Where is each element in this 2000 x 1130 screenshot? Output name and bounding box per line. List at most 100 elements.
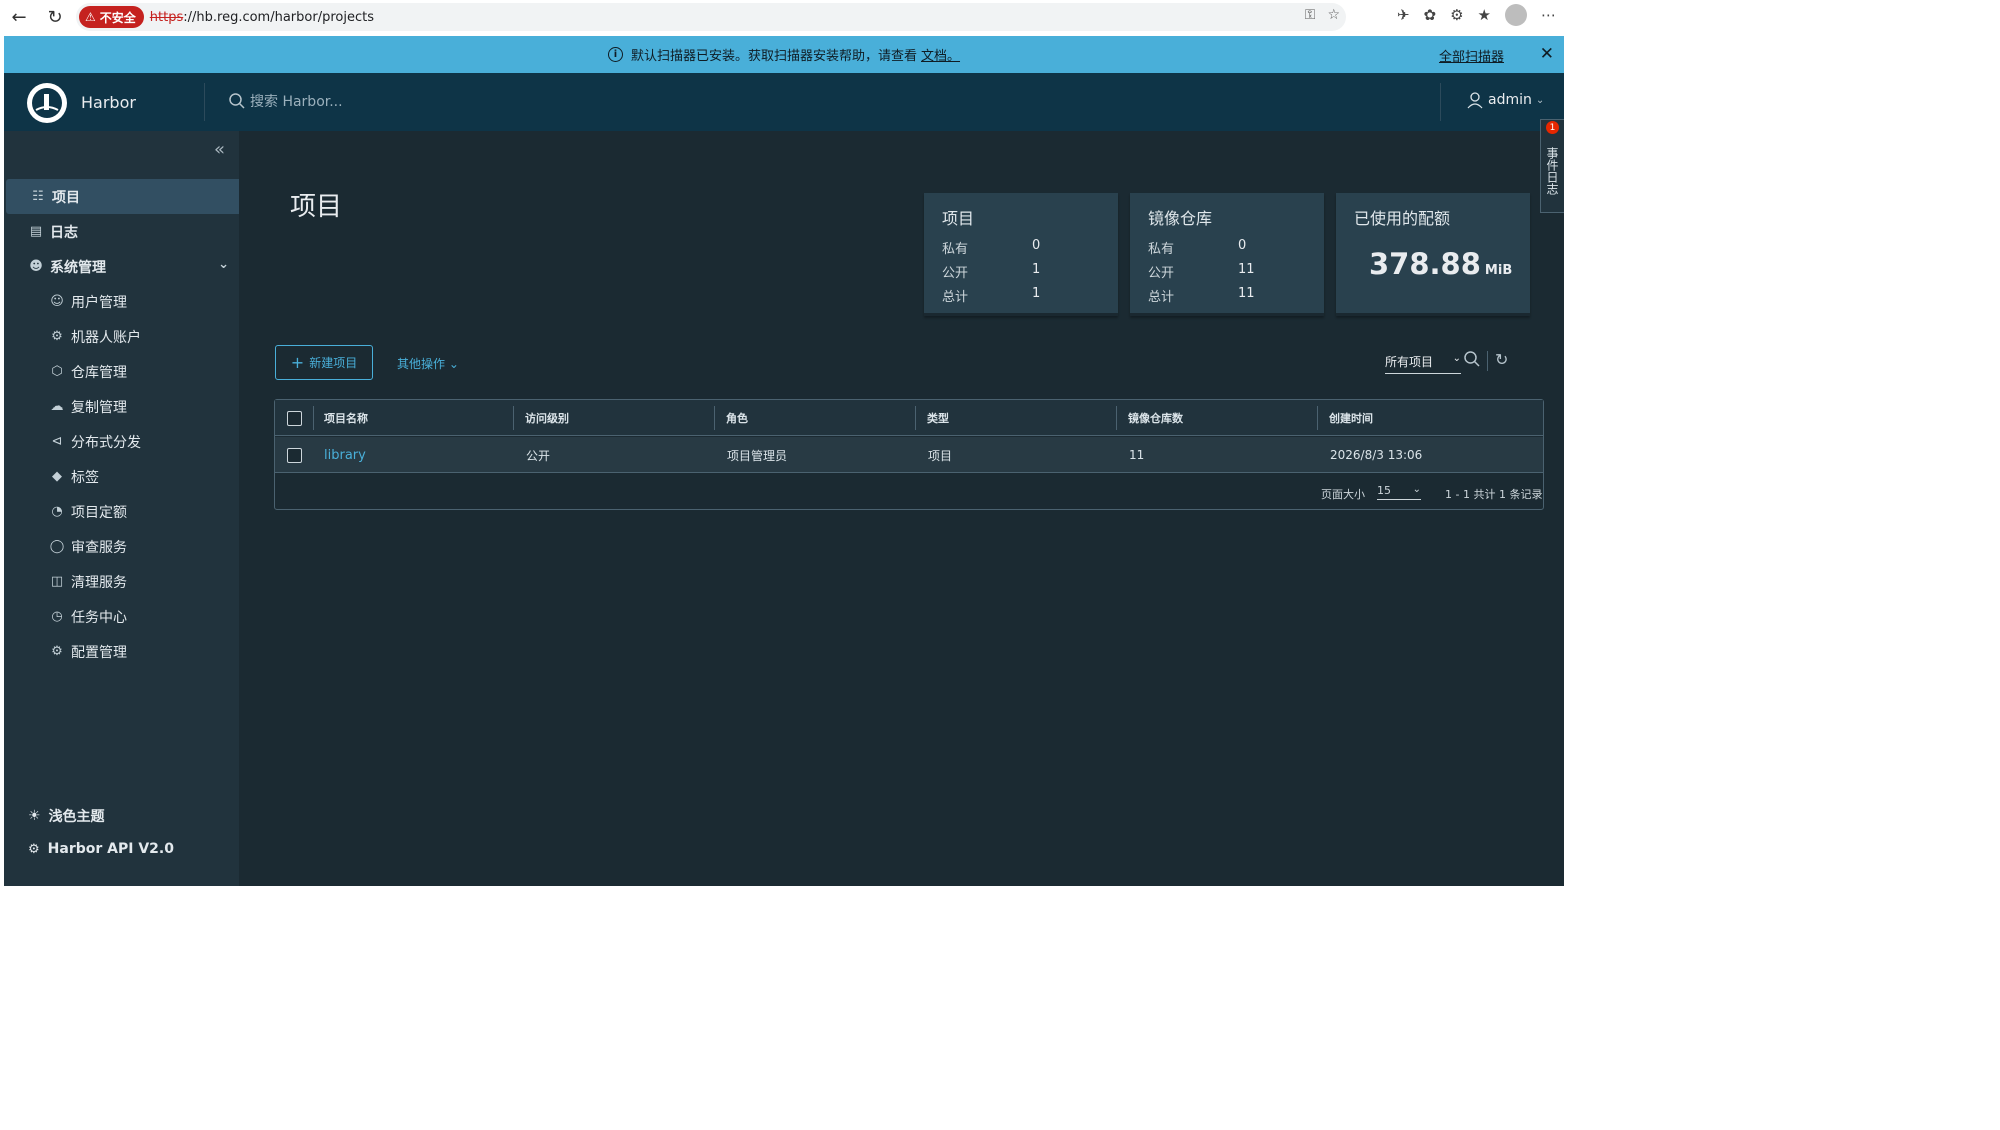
page-size-select[interactable]: 15 ⌄ [1377,484,1421,500]
api-link[interactable]: ⚙ Harbor API V2.0 [28,841,174,857]
top-header: Harbor 搜索 Harbor... admin ⌄ [4,73,1564,131]
replication-icon: ☁ [50,399,64,414]
sidebar-item-scanners[interactable]: ◯ 审查服务 [4,529,239,564]
repo-count: 11 [1129,448,1145,462]
share-icon: ⊲ [51,434,63,449]
column-header[interactable]: 创建时间 [1329,400,1373,436]
user-menu[interactable]: admin ⌄ [1466,91,1544,109]
page-size-label: 页面大小 [1321,488,1365,501]
harbor-logo[interactable] [27,83,67,123]
projects-summary-card: 项目 私有 0 公开 1 总计 1 [924,193,1118,316]
sidebar-item-admin[interactable]: ☻ 系统管理 ⌄ [4,249,239,284]
chevron-down-icon: ⌄ [1412,484,1421,495]
table-footer: 页面大小 15 ⌄ 1 - 1 共计 1 条记录 [275,474,1543,510]
sidebar-item-quotas[interactable]: ◔ 项目定额 [4,494,239,529]
sidebar-item-config[interactable]: ⚙ 配置管理 [4,634,239,669]
sun-icon: ☀ [28,808,41,824]
collapse-sidebar-icon[interactable]: « [214,139,225,160]
total-projects-count: 1 [1032,286,1041,301]
sidebar-item-logs[interactable]: ▤ 日志 [4,214,239,249]
repos-summary-card: 镜像仓库 私有 0 公开 11 总计 11 [1130,193,1324,316]
header-divider-right [1440,83,1441,121]
url-text[interactable]: https://hb.reg.com/harbor/projects [150,10,374,25]
info-banner: i 默认扫描器已安装。获取扫描器安装帮助，请查看 文档。 全部扫描器 ✕ [4,36,1564,73]
new-project-button[interactable]: + 新建项目 [275,345,373,380]
event-count-badge: 1 [1546,121,1559,134]
brand-name[interactable]: Harbor [81,93,136,112]
search-icon[interactable] [1463,350,1481,372]
warning-icon: ⚠ [85,10,96,24]
admin-icon: ☻ [29,259,43,274]
sidebar-item-robots[interactable]: ⚙ 机器人账户 [4,319,239,354]
back-icon[interactable]: ← [4,2,34,32]
star-icon[interactable]: ☆ [1327,7,1340,23]
address-bar[interactable]: ⚠ 不安全 https://hb.reg.com/harbor/projects… [76,3,1346,31]
chevron-down-icon: ⌄ [1535,94,1545,106]
theme-toggle[interactable]: ☀ 浅色主题 [28,806,105,826]
sidebar-item-labels[interactable]: ◆ 标签 [4,459,239,494]
sidebar-item-projects[interactable]: ☷ 项目 [6,179,239,214]
sidebar-item-gc[interactable]: ◫ 清理服务 [4,564,239,599]
logs-icon: ▤ [29,224,43,239]
table-row: library 公开 项目管理员 项目 11 2026/8/3 13:06 [275,437,1543,473]
private-repos-count: 0 [1238,238,1247,253]
quota-summary-card: 已使用的配额 378.88 MiB [1336,193,1530,316]
puzzle-icon[interactable]: ⚙ [1450,6,1463,24]
api-icon: ⚙ [28,841,40,857]
creation-time: 2026/8/3 13:06 [1330,448,1423,462]
extension-icon[interactable]: ✈ [1397,6,1410,24]
reload-icon[interactable]: ↻ [40,2,70,32]
public-repos-count: 11 [1238,262,1255,277]
sidebar-item-distribution[interactable]: ⊲ 分布式分发 [4,424,239,459]
pagination-range: 1 - 1 共计 1 条记录 [1445,488,1543,501]
projects-table: 项目名称 访问级别 角色 类型 镜像仓库数 创建时间 library 公开 项目… [274,399,1544,510]
shield-icon: ◯ [49,539,65,554]
header-divider [204,83,205,121]
search-placeholder[interactable]: 搜索 Harbor... [250,91,343,111]
global-search[interactable]: 搜索 Harbor... [228,91,343,111]
table-header: 项目名称 访问级别 角色 类型 镜像仓库数 创建时间 [275,400,1543,436]
profile-avatar[interactable] [1505,4,1527,26]
chevron-down-icon: ⌄ [218,257,229,272]
close-icon[interactable]: ✕ [1540,44,1554,64]
column-header[interactable]: 镜像仓库数 [1128,400,1183,436]
other-actions-dropdown[interactable]: 其他操作 ⌄ [397,355,459,372]
chevron-down-icon: ⌄ [448,357,459,371]
tag-icon: ◆ [52,469,62,484]
more-icon[interactable]: ⋯ [1541,6,1556,24]
toolbar-divider [1487,351,1488,371]
column-header[interactable]: 角色 [726,400,748,436]
refresh-icon[interactable]: ↻ [1495,350,1508,369]
info-icon: i [607,47,623,62]
quota-value: 378.88 [1369,247,1481,281]
browser-toolbar: ← ↻ ⚠ 不安全 https://hb.reg.com/harbor/proj… [0,0,1568,34]
sidebar-item-jobs[interactable]: ◷ 任务中心 [4,599,239,634]
chatgpt-icon[interactable]: ✿ [1424,6,1437,24]
column-header[interactable]: 类型 [927,400,949,436]
private-projects-count: 0 [1032,238,1041,253]
sidebar-item-replications[interactable]: ☁ 复制管理 [4,389,239,424]
row-checkbox[interactable] [287,448,302,463]
quota-unit: MiB [1484,263,1513,278]
project-name-link[interactable]: library [324,448,366,463]
column-header[interactable]: 项目名称 [324,400,368,436]
users-icon: ☺ [50,294,64,309]
main-content: 项目 项目 私有 0 公开 1 总计 1 镜像仓库 私有 0 公开 11 总计 11 已使用… [239,131,1544,886]
projects-icon: ☷ [32,189,44,204]
insecure-badge[interactable]: ⚠ 不安全 [79,6,144,28]
favorites-icon[interactable]: ★ [1478,6,1491,24]
project-filter-select[interactable]: 所有项目 ⌄ [1385,353,1461,374]
harbor-app: i 默认扫描器已安装。获取扫描器安装帮助，请查看 文档。 全部扫描器 ✕ Har… [4,36,1564,886]
all-scanners-link[interactable]: 全部扫描器 [1439,46,1504,65]
doc-link[interactable]: 文档。 [921,45,960,64]
user-icon [1467,92,1483,109]
plus-icon: + [290,353,305,372]
sidebar-item-users[interactable]: ☺ 用户管理 [4,284,239,319]
column-header[interactable]: 访问级别 [525,400,569,436]
registry-icon: ⬡ [51,364,63,379]
key-icon[interactable]: ⚿ [1305,7,1316,23]
sidebar-item-registries[interactable]: ⬡ 仓库管理 [4,354,239,389]
search-icon [229,93,245,109]
select-all-checkbox[interactable] [287,411,302,426]
trash-icon: ◫ [50,574,64,589]
